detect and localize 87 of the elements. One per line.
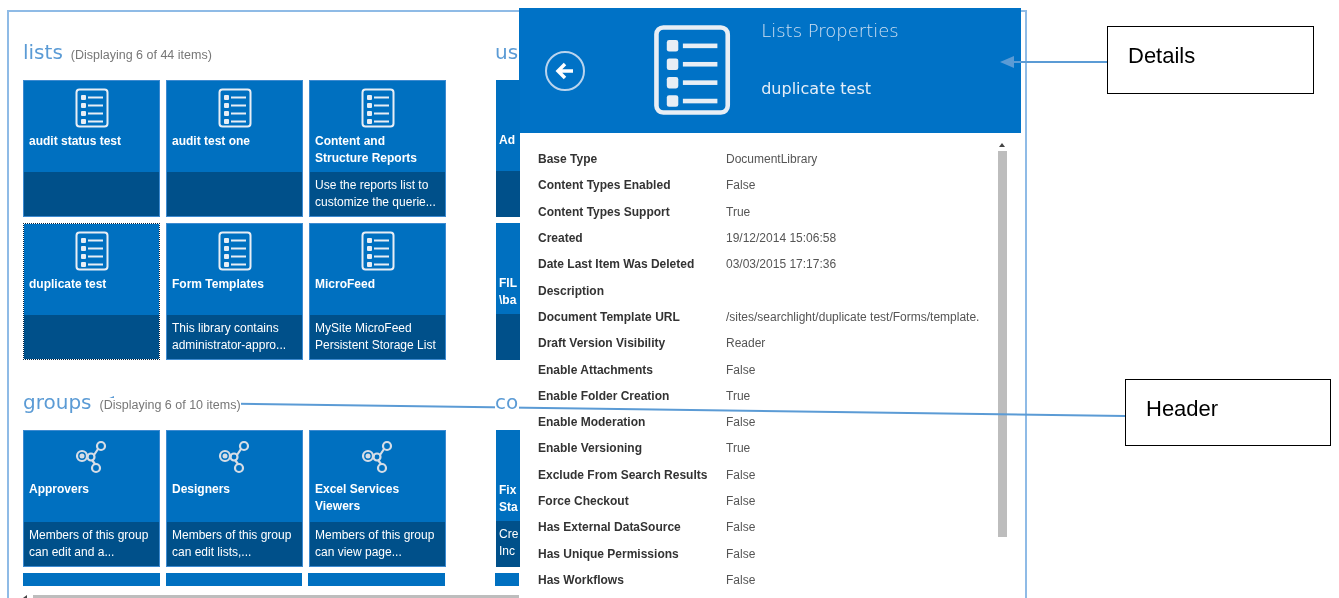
tile[interactable]: Form Templates This library contains administrator-appro... xyxy=(166,223,303,360)
property-value: False xyxy=(726,546,757,561)
list-icon xyxy=(653,24,732,116)
property-value: False xyxy=(726,415,757,430)
property-value: True xyxy=(726,204,752,219)
tile[interactable]: Approvers Members of this group can edit and a... xyxy=(23,430,160,567)
property-value: False xyxy=(726,467,757,482)
property-name: Enable Versioning xyxy=(538,441,644,456)
property-value: /sites/searchlight/duplicate test/Forms/template. xyxy=(726,309,981,324)
tile-title: FIL xyxy=(499,275,518,292)
tile[interactable]: duplicate test xyxy=(23,223,160,360)
property-name: Has Workflows xyxy=(538,572,625,587)
property-name: Base Type xyxy=(538,152,599,167)
tile[interactable]: Designers Members of this group can edit lists,... xyxy=(166,430,303,567)
tile[interactable]: Content and Structure Reports Use the reports list to customize the querie... xyxy=(309,80,446,217)
tile-title: Approvers xyxy=(29,481,91,498)
list-icon xyxy=(217,231,252,271)
callout-label: Details xyxy=(1107,26,1314,94)
section-heading[interactable]: lists xyxy=(23,40,63,64)
property-value: False xyxy=(726,362,757,377)
section-heading[interactable]: groups xyxy=(23,390,92,414)
tile-description: Members of this group can edit and a... xyxy=(29,527,150,561)
list-icon xyxy=(74,88,109,128)
tile-title: MicroFeed xyxy=(315,276,376,293)
tile-description: MySite MicroFeed Persistent Storage List xyxy=(315,320,437,354)
tile-title: Sta xyxy=(499,499,519,516)
property-name: Date Last Item Was Deleted xyxy=(538,257,696,272)
property-name: Content Types Enabled xyxy=(538,178,672,193)
tile[interactable] xyxy=(23,573,160,586)
back-arrow-icon xyxy=(555,62,575,80)
property-value: True xyxy=(726,388,752,403)
item-count: (Displaying 6 of 44 items) xyxy=(70,48,212,62)
tile[interactable]: audit test one xyxy=(166,80,303,217)
tile[interactable] xyxy=(165,573,303,586)
vertical-scrollbar[interactable] xyxy=(997,151,1007,537)
property-name: Enable Attachments xyxy=(538,362,654,377)
list-icon xyxy=(217,88,252,128)
tile[interactable]: MicroFeed MySite MicroFeed Persistent Storage List xyxy=(309,223,446,360)
back-button[interactable] xyxy=(545,51,585,91)
callout-label: Header xyxy=(1125,379,1331,446)
property-name: Draft Version Visibility xyxy=(538,336,667,351)
tile[interactable] xyxy=(495,573,519,586)
tile-title: audit test one xyxy=(172,133,251,150)
tile-title: Excel Services Viewers xyxy=(315,481,401,515)
panel-title: Lists Properties xyxy=(761,20,899,41)
property-value: False xyxy=(726,520,757,535)
property-name: Enable Folder Creation xyxy=(538,388,671,403)
property-value: DocumentLibrary xyxy=(726,152,819,167)
property-value: True xyxy=(726,441,752,456)
tile-title: audit status test xyxy=(29,133,122,150)
property-name: Has Unique Permissions xyxy=(538,546,680,561)
tile-title: \ba xyxy=(499,292,518,309)
property-name: Document Template URL xyxy=(538,309,681,324)
property-name: Content Types Support xyxy=(538,204,671,219)
tile[interactable]: Excel Services Viewers Members of this group can view page... xyxy=(309,430,446,567)
tile-title: Form Templates xyxy=(172,276,265,293)
tile[interactable]: audit status test xyxy=(23,80,160,217)
tile[interactable] xyxy=(308,573,446,586)
tile-title: duplicate test xyxy=(29,276,108,293)
list-icon xyxy=(360,231,395,271)
tile-description: This library contains administrator-appro... xyxy=(172,320,288,354)
tile-title: Content and Structure Reports xyxy=(315,133,419,167)
property-name: Has External DataSource xyxy=(538,520,682,535)
scroll-up-icon[interactable] xyxy=(999,143,1005,147)
property-value: 19/12/2014 15:06:58 xyxy=(726,231,838,246)
tile-description: Cre xyxy=(499,526,520,543)
property-value: False xyxy=(726,178,757,193)
panel-subtitle: duplicate test xyxy=(761,79,873,98)
property-value: False xyxy=(726,494,757,508)
tile-description: Members of this group can edit lists,... xyxy=(172,527,293,561)
tile-title: Ad xyxy=(499,132,516,149)
list-icon xyxy=(74,231,109,271)
list-icon xyxy=(360,88,395,128)
tile-description: Members of this group can view page... xyxy=(315,527,436,561)
property-name: Enable Moderation xyxy=(538,415,647,430)
property-name: Exclude From Search Results xyxy=(538,467,709,482)
property-name: Created xyxy=(538,231,584,246)
property-value: 03/03/2015 17:17:36 xyxy=(726,257,838,272)
property-value: False xyxy=(726,572,757,587)
property-name: Force Checkout xyxy=(538,494,630,508)
tile-description: Inc xyxy=(499,543,516,560)
tile-title: Fix xyxy=(499,482,518,499)
tile-title: Designers xyxy=(172,481,232,498)
tile-description: Use the reports list to customize the querie... xyxy=(315,177,437,211)
property-value: Reader xyxy=(726,336,767,351)
property-name: Description xyxy=(538,283,605,298)
item-count: (Displaying 6 of 10 items) xyxy=(99,398,241,412)
